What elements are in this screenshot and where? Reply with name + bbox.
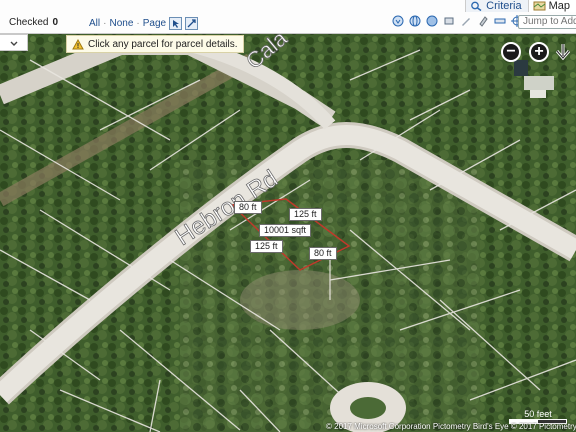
lasso-select-icon[interactable] (185, 17, 199, 30)
tab-criteria-label: Criteria (486, 0, 522, 12)
separator: · (136, 18, 140, 29)
traffic-icon[interactable] (443, 15, 455, 27)
erase-icon[interactable] (477, 15, 489, 27)
clearing (240, 270, 360, 330)
map-icon (533, 1, 546, 11)
top-toolbar: Criteria Map Checked 0 All · None · Page (0, 0, 576, 34)
globe-icon[interactable] (409, 15, 421, 27)
chevron-down-icon (10, 41, 18, 46)
warning-icon (72, 38, 84, 49)
building (524, 76, 554, 90)
search-icon (471, 1, 482, 11)
cul-de-sac-island (350, 397, 386, 419)
parcel-right-depth-label: 125 ft (289, 208, 322, 221)
minus-icon: − (506, 43, 516, 60)
compass-icon[interactable] (392, 15, 404, 27)
plus-icon: + (534, 43, 544, 60)
parcel-tip-text: Click any parcel for parcel details. (88, 38, 238, 50)
view-tabs: Criteria Map (465, 0, 576, 12)
zoom-in-button[interactable]: + (529, 42, 549, 62)
selection-row: Checked 0 All · None · Page (0, 13, 576, 32)
map-tools (392, 15, 523, 27)
tab-map-label: Map (548, 0, 570, 12)
separator: · (103, 18, 107, 29)
select-page-link[interactable]: Page (143, 18, 166, 29)
checked-label: Checked (9, 17, 49, 28)
tab-criteria[interactable]: Criteria (465, 0, 528, 12)
map-menu-button[interactable] (0, 34, 28, 51)
layers-icon[interactable] (426, 15, 438, 27)
parcel-bottom-width-label: 80 ft (309, 247, 337, 260)
parcel-left-depth-label: 125 ft (250, 240, 283, 253)
map-copyright: © 2017 Microsoft Corporation Pictometry … (326, 422, 576, 431)
measure-icon[interactable] (494, 15, 506, 27)
building (530, 90, 546, 98)
direction-arrow-icon[interactable] (552, 42, 574, 62)
parcel-area-label: 10001 sqft (259, 224, 312, 237)
select-none-link[interactable]: None (109, 18, 133, 29)
tab-map[interactable]: Map (527, 0, 576, 12)
parcel-tip: Click any parcel for parcel details. (66, 35, 244, 53)
jump-to-address-input[interactable] (518, 15, 576, 29)
select-links: All · None · Page (89, 17, 199, 30)
checked-value: 0 (52, 17, 59, 28)
zoom-out-button[interactable]: − (501, 42, 521, 62)
select-all-link[interactable]: All (89, 18, 100, 29)
draw-icon[interactable] (460, 15, 472, 27)
parcel-top-width-label: 80 ft (234, 201, 262, 214)
pool (514, 60, 528, 76)
select-pointer-icon[interactable] (169, 17, 183, 30)
checked-count: Checked 0 (9, 17, 58, 28)
scale-label: 50 feet (524, 409, 552, 419)
